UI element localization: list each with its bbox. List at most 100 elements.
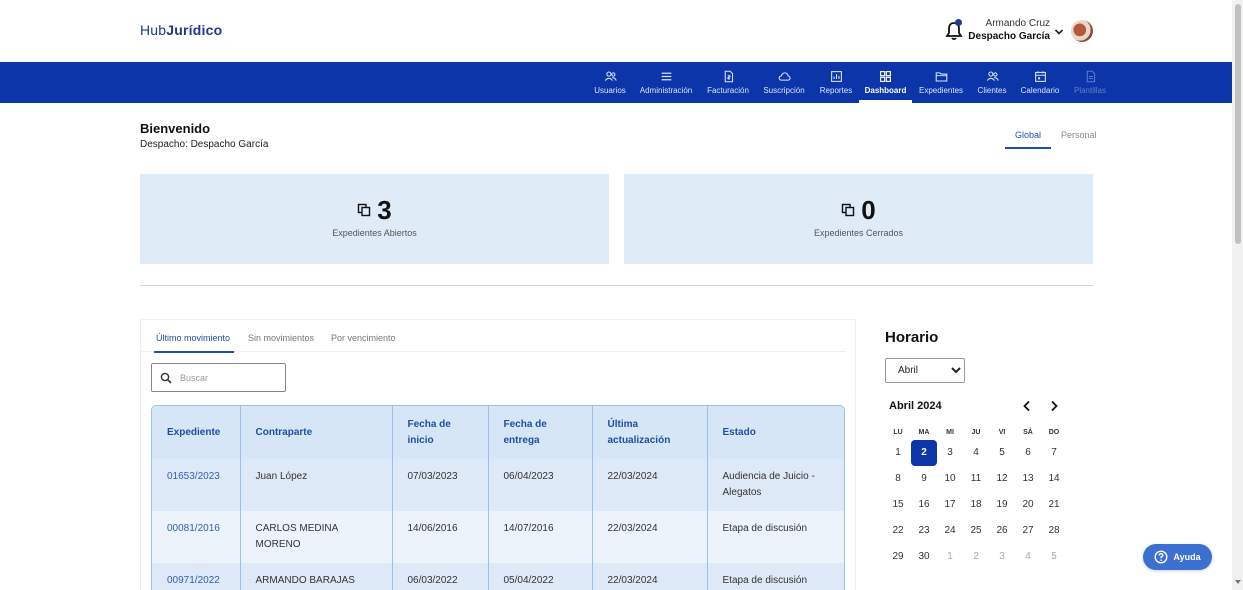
month-select[interactable]: Abril <box>885 358 965 383</box>
column-header[interactable]: Fecha de entrega <box>488 406 593 459</box>
tab-ultimo-movimiento[interactable]: Último movimiento <box>153 330 235 353</box>
nav-calendario[interactable]: Calendario <box>1019 62 1061 103</box>
calendar-day-next-month[interactable]: 4 <box>1015 544 1041 570</box>
search-input[interactable] <box>180 372 280 383</box>
chevron-down-icon[interactable] <box>1054 27 1064 37</box>
weekday-header: LU MA MI JU VI SÁ DO <box>885 425 1067 440</box>
tab-sin-movimientos[interactable]: Sin movimientos <box>248 330 314 352</box>
copy-icon <box>358 203 371 217</box>
copy-icon <box>842 203 855 217</box>
calendar-day-next-month[interactable]: 2 <box>963 544 989 570</box>
weekday-label: JU <box>971 429 981 436</box>
calendar-week: 15 16 17 18 19 20 21 <box>885 492 1067 518</box>
calendar-day[interactable]: 16 <box>911 492 937 518</box>
calendar-day[interactable]: 4 <box>963 440 989 466</box>
user-menu[interactable]: Armando Cruz Despacho García <box>960 18 1050 44</box>
tab-personal[interactable]: Personal <box>1051 128 1107 149</box>
calendar-day[interactable]: 9 <box>911 466 937 492</box>
calendar-day[interactable]: 22 <box>885 518 911 544</box>
users-icon <box>604 71 617 81</box>
nav-dashboard[interactable]: Dashboard <box>859 62 912 103</box>
table-header-row: Expediente Contraparte Fecha de inicio F… <box>152 406 844 459</box>
page-title: Bienvenido <box>140 121 211 136</box>
case-number-link[interactable]: 00971/2022 <box>152 563 241 590</box>
nav-facturacion[interactable]: Facturación <box>705 62 751 103</box>
calendar-day[interactable]: 30 <box>911 544 937 570</box>
calendar-day[interactable]: 19 <box>989 492 1015 518</box>
help-label: Ayuda <box>1173 552 1201 562</box>
calendar-day[interactable]: 25 <box>963 518 989 544</box>
calendar-day[interactable]: 10 <box>937 466 963 492</box>
nav-reportes[interactable]: Reportes <box>818 62 854 103</box>
calendar-day[interactable]: 5 <box>989 440 1015 466</box>
calendar-day[interactable]: 26 <box>989 518 1015 544</box>
calendar-day[interactable]: 15 <box>885 492 911 518</box>
calendar-day[interactable]: 27 <box>1015 518 1041 544</box>
calendar-day-next-month[interactable]: 3 <box>989 544 1015 570</box>
nav-administracion[interactable]: Administración <box>638 62 694 103</box>
calendar-day[interactable]: 17 <box>937 492 963 518</box>
column-header[interactable]: Última actualización <box>592 406 708 459</box>
table-row[interactable]: 00081/2016 CARLOS MEDINA MORENO 14/06/20… <box>152 511 844 563</box>
calendar-day-today[interactable]: 2 <box>911 440 937 466</box>
clients-icon <box>986 71 999 81</box>
column-header[interactable]: Estado <box>707 406 844 459</box>
calendar-day-next-month[interactable]: 1 <box>937 544 963 570</box>
table-cell: 22/03/2024 <box>592 563 708 590</box>
column-header[interactable]: Expediente <box>152 406 241 459</box>
table-row[interactable]: 00971/2022 ARMANDO BARAJAS 06/03/2022 05… <box>152 563 844 590</box>
calendar-day[interactable]: 12 <box>989 466 1015 492</box>
calendar-day[interactable]: 1 <box>885 440 911 466</box>
invoice-icon <box>724 70 733 83</box>
nav-expedientes[interactable]: Expedientes <box>917 62 965 103</box>
nav-clientes[interactable]: Clientes <box>974 62 1010 103</box>
scrollbar[interactable] <box>1232 0 1243 590</box>
closed-cases-card: 0 Expedientes Cerrados <box>624 174 1093 264</box>
calendar-day[interactable]: 29 <box>885 544 911 570</box>
column-header[interactable]: Contraparte <box>240 406 393 459</box>
case-number-link[interactable]: 01653/2023 <box>152 459 241 511</box>
table-cell: Etapa de discusión <box>707 511 844 563</box>
calendar-day[interactable]: 23 <box>911 518 937 544</box>
calendar-day[interactable]: 6 <box>1015 440 1041 466</box>
calendar-day[interactable]: 14 <box>1041 466 1067 492</box>
nav-usuarios[interactable]: Usuarios <box>592 62 628 103</box>
nav-label: Plantillas <box>1073 86 1106 95</box>
calendar-day[interactable]: 8 <box>885 466 911 492</box>
tab-por-vencimiento[interactable]: Por vencimiento <box>331 330 396 352</box>
chevron-right-icon[interactable] <box>1047 399 1061 413</box>
table-cell: 14/06/2016 <box>392 511 489 563</box>
open-cases-label: Expedientes Abiertos <box>332 228 417 238</box>
nav-label: Reportes <box>819 86 853 95</box>
page: HubJurídico Armando Cruz Despacho García… <box>0 0 1243 590</box>
table-cell: Juan López <box>240 459 393 511</box>
scroll-down-arrow[interactable] <box>1235 580 1241 584</box>
calendar-day[interactable]: 24 <box>937 518 963 544</box>
calendar-day[interactable]: 20 <box>1015 492 1041 518</box>
calendar-day[interactable]: 3 <box>937 440 963 466</box>
calendar-week: 29 30 1 2 3 4 5 <box>885 544 1067 570</box>
calendar-week: 1 2 3 4 5 6 7 <box>885 440 1067 466</box>
weekday-label: MI <box>946 429 954 436</box>
calendar-day[interactable]: 7 <box>1041 440 1067 466</box>
calendar-day[interactable]: 21 <box>1041 492 1067 518</box>
avatar[interactable] <box>1071 20 1093 42</box>
app-logo[interactable]: HubJurídico <box>140 22 222 38</box>
nav-suscripcion[interactable]: Suscripción <box>762 62 806 103</box>
case-number-link[interactable]: 00081/2016 <box>152 511 241 563</box>
help-button[interactable]: Ayuda <box>1143 544 1212 570</box>
column-header[interactable]: Fecha de inicio <box>392 406 489 459</box>
calendar-day[interactable]: 18 <box>963 492 989 518</box>
calendar-day[interactable]: 13 <box>1015 466 1041 492</box>
table-cell: CARLOS MEDINA MORENO <box>240 511 393 563</box>
menu-icon <box>661 72 671 81</box>
calendar-day[interactable]: 28 <box>1041 518 1067 544</box>
chevron-left-icon[interactable] <box>1020 399 1034 413</box>
scroll-thumb[interactable] <box>1235 4 1241 244</box>
cloud-icon <box>778 72 791 81</box>
folder-icon <box>935 72 947 82</box>
table-row[interactable]: 01653/2023 Juan López 07/03/2023 06/04/2… <box>152 459 844 511</box>
calendar-day[interactable]: 11 <box>963 466 989 492</box>
tab-global[interactable]: Global <box>1005 128 1052 149</box>
calendar-day-next-month[interactable]: 5 <box>1041 544 1067 570</box>
